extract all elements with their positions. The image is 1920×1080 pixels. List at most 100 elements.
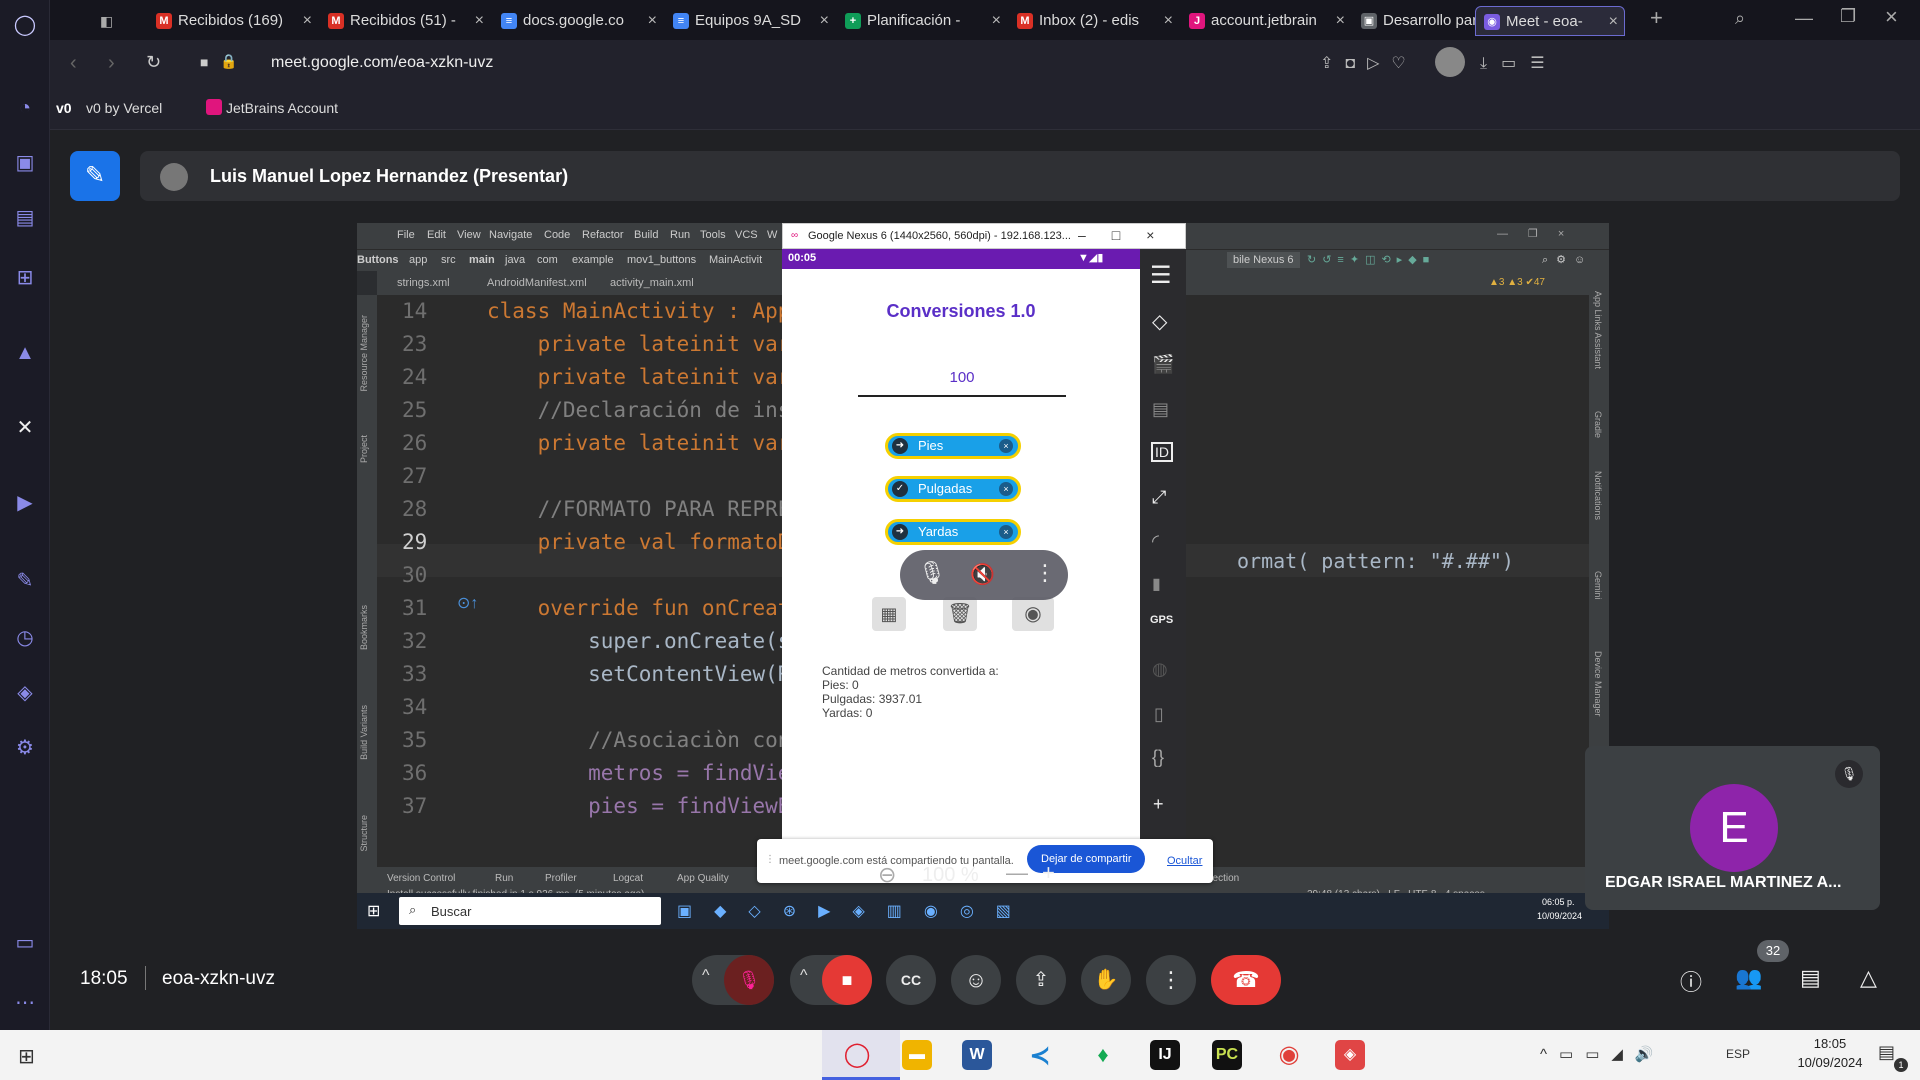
participant-tile[interactable]: 🎙 E EDGAR ISRAEL MARTINEZ A... — [1585, 746, 1880, 910]
zoom-minus-icon[interactable]: — — [1006, 860, 1028, 886]
menu-icon[interactable]: ☰ — [1150, 261, 1172, 290]
language-indicator[interactable]: ESP — [1726, 1047, 1750, 1061]
speaker-off-icon[interactable]: 🔇 — [970, 562, 995, 587]
zoom-out-icon[interactable]: ⊖ — [878, 862, 896, 888]
crumb[interactable]: com — [537, 254, 558, 266]
chip-pies[interactable]: ➜ Pies × — [885, 433, 1021, 459]
plus-icon[interactable]: + — [1153, 794, 1164, 815]
crumb[interactable]: mov1_buttons — [627, 254, 696, 266]
settings-icon[interactable]: ⚙ — [12, 735, 38, 761]
file-explorer-icon[interactable]: ▬ — [902, 1040, 932, 1070]
forward-icon[interactable]: › — [108, 52, 115, 75]
tab-recibidos-51[interactable]: M Recibidos (51) - × — [320, 6, 490, 36]
inner-search-box[interactable]: ⌕ Buscar — [399, 897, 661, 925]
menu-vcs[interactable]: VCS — [735, 229, 758, 241]
hide-button[interactable]: Ocultar — [1167, 855, 1202, 867]
tool-resource-manager[interactable]: Resource Manager — [359, 315, 369, 392]
tool-profiler[interactable]: Profiler — [545, 873, 577, 884]
mic-options-chevron-icon[interactable]: ^ — [702, 967, 710, 985]
x-icon[interactable]: ✕ — [12, 415, 38, 441]
chat-icon[interactable]: ▤ — [1800, 965, 1821, 991]
extensions-icon[interactable]: ⊞ — [12, 265, 38, 291]
rss-icon[interactable]: ◜ — [1152, 531, 1159, 552]
crumb[interactable]: example — [572, 254, 614, 266]
tab-inbox[interactable]: M Inbox (2) - edis × — [1009, 6, 1179, 36]
notifications-icon[interactable]: ▤ — [1878, 1042, 1895, 1063]
tool-app-links[interactable]: App Links Assistant — [1593, 291, 1603, 369]
opera-logo-icon[interactable]: ◯ — [12, 12, 38, 38]
menu-edit[interactable]: Edit — [427, 229, 446, 241]
tool-version-control[interactable]: Version Control — [387, 873, 455, 884]
camera-options-chevron-icon[interactable]: ^ — [800, 967, 808, 985]
lock-icon[interactable]: 🔒 — [220, 53, 237, 70]
bookmark-jetbrains[interactable]: JetBrains Account — [226, 100, 338, 116]
chip-close-icon[interactable]: × — [999, 525, 1013, 539]
menu-navigate[interactable]: Navigate — [489, 229, 532, 241]
camera-indicator-icon[interactable]: ■ — [200, 54, 208, 70]
close-tab-icon[interactable]: × — [1609, 7, 1618, 35]
ide-search-settings-icons[interactable]: ⌕⚙☺ — [1542, 253, 1593, 267]
restore-icon[interactable]: ❐ — [1840, 6, 1856, 27]
chip-close-icon[interactable]: × — [999, 439, 1013, 453]
more-icon[interactable]: ⋯ — [12, 990, 38, 1016]
anydesk-icon[interactable]: ◈ — [1335, 1040, 1365, 1070]
close-tab-icon[interactable]: × — [820, 6, 829, 36]
file-tab-strings[interactable]: strings.xml — [397, 277, 450, 289]
menu-tools[interactable]: Tools — [700, 229, 726, 241]
file-tab-manifest[interactable]: AndroidManifest.xml — [487, 277, 587, 289]
zoom-plus-icon[interactable]: + — [1042, 860, 1055, 886]
menu-file[interactable]: File — [397, 229, 415, 241]
more-options-button[interactable]: ⋮ — [1146, 955, 1196, 1005]
intellij-icon[interactable]: IJ — [1150, 1040, 1180, 1070]
crumb[interactable]: main — [469, 254, 495, 266]
speed-dial-icon[interactable]: ◔ — [12, 95, 38, 121]
menu-view[interactable]: View — [457, 229, 481, 241]
workspaces-icon[interactable]: ◧ — [98, 6, 118, 36]
tray-icons[interactable]: ^▭▭◢🔊 — [1540, 1045, 1666, 1063]
chrome-icon[interactable]: ◉ — [1274, 1040, 1304, 1070]
chip-yardas[interactable]: ➜ Yardas × — [885, 519, 1021, 545]
clapper-icon[interactable]: 🎬 — [1152, 354, 1174, 375]
battery-icon[interactable]: ▯ — [1154, 704, 1164, 725]
profile-avatar[interactable] — [1435, 47, 1465, 77]
tab-planificacion[interactable]: + Planificación - × — [837, 6, 1007, 36]
file-tab-layout[interactable]: activity_main.xml — [610, 277, 694, 289]
captions-button[interactable]: CC — [886, 955, 936, 1005]
tool-gradle[interactable]: Gradle — [1593, 411, 1603, 438]
end-call-button[interactable]: ☎ — [1211, 955, 1281, 1005]
fingerprint-icon[interactable]: ◍ — [1152, 659, 1168, 680]
ide-window-controls[interactable]: —❐× — [1497, 227, 1584, 240]
eye-icon[interactable]: ◉ — [1012, 597, 1054, 631]
new-tab-icon[interactable]: + — [1650, 5, 1663, 31]
crumb[interactable]: java — [505, 254, 525, 266]
tool-project[interactable]: Project — [359, 435, 369, 463]
sd-icon[interactable]: ▮ — [1152, 574, 1161, 594]
emoji-button[interactable]: ☺ — [951, 955, 1001, 1005]
edit-icon[interactable]: ✎ — [12, 568, 38, 594]
close-tab-icon[interactable]: × — [648, 6, 657, 36]
crumb[interactable]: MainActivit — [709, 254, 762, 266]
chip-close-icon[interactable]: × — [999, 482, 1013, 496]
raise-hand-button[interactable]: ✋ — [1081, 955, 1131, 1005]
braces-icon[interactable]: {} — [1152, 747, 1164, 768]
back-icon[interactable]: ‹ — [70, 52, 77, 75]
menu-refactor[interactable]: Refactor — [582, 229, 624, 241]
tab-docs[interactable]: ≡ docs.google.co × — [493, 6, 663, 36]
people-icon[interactable]: 👥 — [1735, 965, 1762, 991]
film-icon[interactable]: ▤ — [1152, 399, 1169, 420]
tool-structure[interactable]: Structure — [359, 815, 369, 852]
bookmark-v0[interactable]: v0 by Vercel — [86, 100, 162, 116]
mongodb-icon[interactable]: ♦ — [1088, 1040, 1118, 1070]
opera-icon[interactable]: ◯ — [842, 1040, 872, 1070]
crumb[interactable]: Buttons — [357, 254, 399, 266]
pycharm-icon[interactable]: PC — [1212, 1040, 1242, 1070]
tab-equipos[interactable]: ≡ Equipos 9A_SD × — [665, 6, 835, 36]
tool-run[interactable]: Run — [495, 873, 513, 884]
toolbar-icons[interactable]: ⤓▭☰ — [1480, 53, 1559, 73]
menu-code[interactable]: Code — [544, 229, 570, 241]
tool-bookmarks[interactable]: Bookmarks — [359, 605, 369, 650]
close-tab-icon[interactable]: × — [1164, 6, 1173, 36]
tab-recibidos-169[interactable]: M Recibidos (169) × — [148, 6, 318, 36]
inner-start-icon[interactable]: ⊞ — [367, 901, 380, 921]
address-actions[interactable]: ⇪◘▷♡ — [1320, 53, 1418, 73]
